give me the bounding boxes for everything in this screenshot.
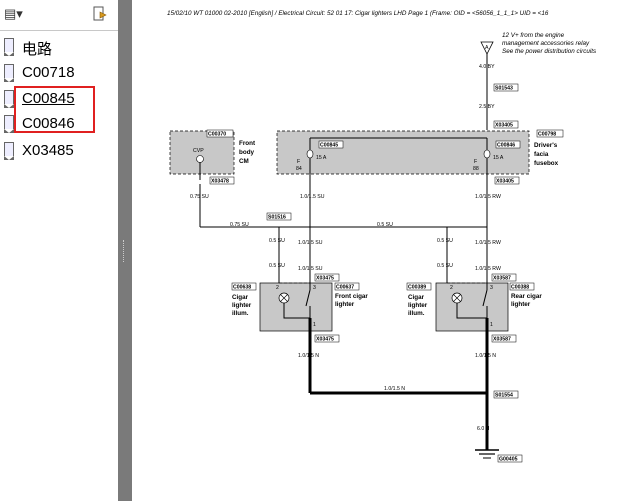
fuse-symbol bbox=[306, 149, 314, 159]
wire-label: 0.5 SU bbox=[437, 238, 453, 244]
connector-label: X03405 bbox=[495, 123, 513, 129]
component-label: lighter bbox=[232, 302, 252, 309]
connector-label: X03405 bbox=[496, 179, 514, 185]
connector-label: S01543 bbox=[495, 86, 513, 92]
bookmark-label: X03485 bbox=[22, 142, 74, 159]
front-cigar-lighter-box bbox=[259, 282, 333, 332]
wire-label: 1.0/1.5 N bbox=[475, 353, 496, 359]
component-label: CM bbox=[239, 158, 249, 165]
bookmarks-toolbar: ▤▾ bbox=[0, 0, 118, 31]
component-label: Front cigar bbox=[335, 293, 368, 300]
pin-label: 3 bbox=[490, 285, 493, 291]
fuse-label: CVP bbox=[193, 148, 204, 154]
connector-label: X03475 bbox=[316, 337, 334, 343]
wire-label: 1.0/1.5 RW bbox=[475, 240, 501, 246]
wire-label: 0.5 SU bbox=[269, 238, 285, 244]
wire-label: 0.5 SU bbox=[269, 263, 285, 269]
wire-label: 1.0/1.5 SU bbox=[300, 194, 325, 200]
document-view[interactable]: 15/02/10 WT 01000 02-2010 [English] / El… bbox=[132, 0, 630, 501]
connector-label: C00798 bbox=[538, 132, 556, 138]
wire-label: 1.0/1.5 SU bbox=[298, 266, 323, 272]
wire-label: 1.0/1.5 N bbox=[384, 386, 405, 392]
component-label: body bbox=[239, 149, 255, 156]
bookmarks-panel: ▤▾ 电路 C00718 C00845 C00846 X03485 bbox=[0, 0, 119, 501]
connector-label: X03475 bbox=[316, 276, 334, 282]
component-label: illum. bbox=[408, 310, 425, 317]
connector-label: X03478 bbox=[211, 179, 229, 185]
pin-label: 1 bbox=[490, 322, 493, 328]
connector-label: X03587 bbox=[493, 276, 511, 282]
bookmark-options-icon[interactable] bbox=[92, 6, 108, 26]
panel-splitter[interactable] bbox=[118, 0, 132, 501]
component-label: lighter bbox=[511, 301, 531, 308]
connector-label: C00637 bbox=[336, 285, 354, 291]
component-label: lighter bbox=[335, 301, 355, 308]
note-line: management accessories relay bbox=[502, 40, 590, 47]
bookmark-icon bbox=[4, 38, 14, 56]
component-label: Driver's bbox=[534, 142, 558, 149]
wire-label: 1.0/1.5 SU bbox=[298, 240, 323, 246]
drivers-facia-fusebox-box bbox=[276, 130, 530, 175]
connector-label: C00638 bbox=[233, 285, 251, 291]
bookmark-icon bbox=[4, 90, 14, 108]
connector-label: S01516 bbox=[268, 215, 286, 221]
connector-label: C00388 bbox=[511, 285, 529, 291]
component-label: facia bbox=[534, 151, 549, 158]
fuse-label: F bbox=[297, 159, 300, 165]
rear-cigar-lighter-box bbox=[435, 282, 509, 332]
bookmark-label: C00718 bbox=[22, 64, 75, 81]
pin-label: 3 bbox=[313, 285, 316, 291]
component-label: Cigar bbox=[408, 294, 425, 301]
component-label: Cigar bbox=[232, 294, 249, 301]
connector-label: C00389 bbox=[408, 285, 426, 291]
connector-label: X03587 bbox=[493, 337, 511, 343]
connector-label: S01554 bbox=[495, 393, 513, 399]
connector-label: C00370 bbox=[208, 132, 226, 138]
wire-label: 6.0 N bbox=[477, 426, 490, 432]
pin-label: 1 bbox=[313, 322, 316, 328]
note-line: See the power distribution circuits bbox=[502, 48, 597, 55]
component-label: fusebox bbox=[534, 160, 559, 167]
connector-label: C00845 bbox=[320, 143, 338, 149]
pin-label: A bbox=[485, 45, 489, 51]
component-label: Rear cigar bbox=[511, 293, 542, 300]
wiring-diagram: 15/02/10 WT 01000 02-2010 [English] / El… bbox=[167, 10, 597, 463]
bookmark-item-circuit[interactable]: 电路 bbox=[0, 36, 116, 60]
bookmark-label: 电路 bbox=[22, 41, 53, 58]
wire-label: 0.75 SU bbox=[230, 222, 249, 228]
component-label: Front bbox=[239, 140, 256, 147]
fuse-symbol bbox=[196, 155, 204, 163]
wire-label: 1.0/1.5 N bbox=[298, 353, 319, 359]
bookmark-item-c00718[interactable]: C00718 bbox=[0, 62, 116, 86]
wire-label: 1.0/1.5 RW bbox=[475, 194, 501, 200]
wire-label: 2.5 BY bbox=[479, 104, 495, 110]
wire-label: 0.5 SU bbox=[437, 263, 453, 269]
fuse-label: F bbox=[474, 159, 477, 165]
connector-label: C00846 bbox=[497, 143, 515, 149]
bookmark-item-x03485[interactable]: X03485 bbox=[0, 140, 116, 164]
connector-label: G00405 bbox=[499, 457, 518, 463]
wire-label: 0.5 SU bbox=[377, 222, 393, 228]
note-line: 12 V+ from the engine bbox=[502, 32, 565, 39]
bookmark-icon bbox=[4, 64, 14, 82]
selection-highlight-box bbox=[14, 86, 95, 133]
fuse-rating: 15 A bbox=[493, 155, 504, 161]
fuse-label: 84 bbox=[296, 166, 302, 172]
pin-label: 2 bbox=[450, 285, 453, 291]
fuse-rating: 15 A bbox=[316, 155, 327, 161]
wire-label: 0.75 SU bbox=[190, 194, 209, 200]
grid-menu-icon[interactable]: ▤▾ bbox=[4, 6, 23, 22]
splitter-grip bbox=[123, 240, 128, 262]
page-header: 15/02/10 WT 01000 02-2010 [English] / El… bbox=[167, 10, 549, 17]
wire-label: 4.0 BY bbox=[479, 64, 495, 70]
component-label: lighter bbox=[408, 302, 428, 309]
component-label: illum. bbox=[232, 310, 249, 317]
fuse-symbol bbox=[483, 149, 491, 159]
pin-label: 2 bbox=[276, 285, 279, 291]
fuse-label: 88 bbox=[473, 166, 479, 172]
wire-label: 1.0/1.5 RW bbox=[475, 266, 501, 272]
bookmark-icon bbox=[4, 115, 14, 133]
bookmark-icon bbox=[4, 142, 14, 160]
